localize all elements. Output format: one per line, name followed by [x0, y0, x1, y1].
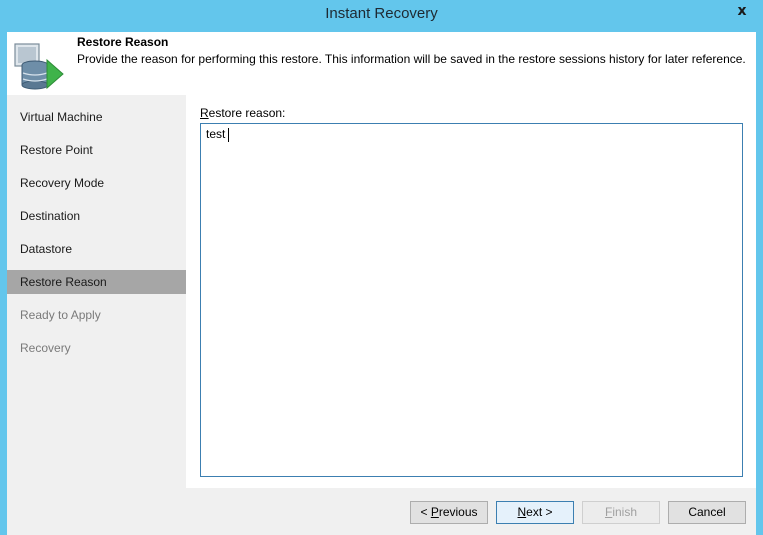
header-description: Provide the reason for performing this r… [77, 52, 746, 66]
step-datastore[interactable]: Datastore [7, 237, 186, 261]
step-restore-reason[interactable]: Restore Reason [7, 270, 186, 294]
title-bar[interactable]: Instant Recovery x [0, 0, 763, 32]
header-title: Restore Reason [77, 35, 169, 49]
close-icon: x [737, 3, 747, 19]
close-button[interactable]: x [726, 1, 758, 21]
wizard-client-area: Restore Reason Provide the reason for pe… [7, 32, 756, 535]
next-button[interactable]: Next > [496, 501, 574, 524]
restore-reason-panel: Restore reason: test [186, 95, 756, 488]
restore-reason-text: test [206, 127, 226, 141]
database-arrow-icon [14, 43, 64, 90]
step-recovery: Recovery [20, 341, 71, 355]
instant-recovery-window: Instant Recovery x Restore Reason Provid… [0, 0, 763, 535]
wizard-footer: < Previous Next > Finish Cancel [7, 488, 756, 535]
cancel-button[interactable]: Cancel [668, 501, 746, 524]
previous-button[interactable]: < Previous [410, 501, 488, 524]
window-title: Instant Recovery [325, 5, 438, 22]
step-destination[interactable]: Destination [7, 204, 186, 228]
step-ready-to-apply: Ready to Apply [20, 308, 101, 322]
restore-reason-textarea[interactable]: test [200, 123, 743, 477]
step-restore-point[interactable]: Restore Point [7, 138, 186, 162]
step-recovery-mode[interactable]: Recovery Mode [7, 171, 186, 195]
step-virtual-machine[interactable]: Virtual Machine [7, 105, 186, 129]
restore-reason-label: Restore reason: [200, 106, 286, 120]
text-caret [228, 127, 230, 142]
finish-button: Finish [582, 501, 660, 524]
wizard-header: Restore Reason Provide the reason for pe… [7, 32, 756, 95]
wizard-steps-sidebar: Virtual Machine Restore Point Recovery M… [7, 95, 186, 488]
